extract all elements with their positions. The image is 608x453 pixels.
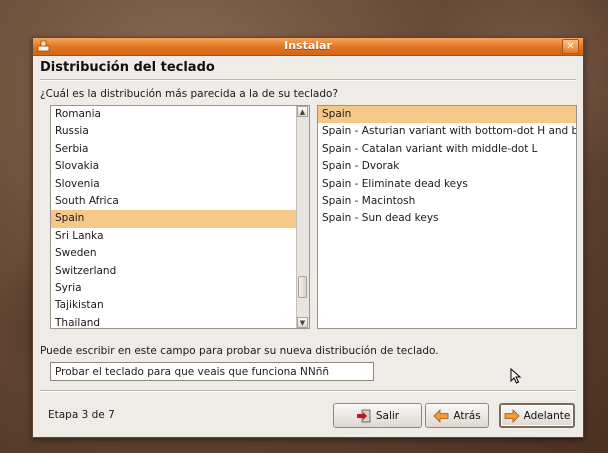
forward-label: Adelante (523, 409, 571, 422)
footer-divider (40, 390, 576, 392)
scroll-thumb[interactable] (298, 276, 307, 298)
quit-button[interactable]: Salir (333, 403, 422, 428)
variant-list-item[interactable]: Spain - Dvorak (318, 158, 576, 175)
forward-button[interactable]: Adelante (499, 403, 575, 428)
variant-list-item[interactable]: Spain (318, 106, 576, 124)
country-list-item[interactable]: Romania (51, 106, 309, 123)
variant-list[interactable]: Spain Spain - Asturian variant with botto… (317, 105, 577, 329)
close-icon: ✕ (566, 41, 575, 52)
country-list-item[interactable]: Tajikistan (51, 297, 309, 314)
country-rows: Romania Russia Serbia Slovakia Slovenia South… (51, 106, 309, 328)
test-hint: Puede escribir en este campo para probar… (40, 345, 439, 357)
country-list-item[interactable]: South Africa (51, 193, 309, 210)
country-list-item[interactable]: Russia (51, 123, 309, 140)
step-indicator: Etapa 3 de 7 (48, 409, 115, 421)
close-button[interactable]: ✕ (562, 39, 579, 54)
back-button[interactable]: Atrás (425, 403, 489, 428)
layout-question: ¿Cuál es la distribución más parecida a … (40, 88, 339, 100)
country-list-item[interactable]: Spain (51, 210, 309, 228)
country-list[interactable]: Romania Russia Serbia Slovakia Slovenia South… (50, 105, 310, 329)
country-list-item[interactable]: Slovenia (51, 176, 309, 193)
title-bar[interactable]: Instalar ✕ (33, 38, 583, 56)
country-list-item[interactable]: Slovakia (51, 158, 309, 175)
variant-list-item[interactable]: Spain - Eliminate dead keys (318, 176, 576, 193)
keyboard-test-field[interactable] (50, 362, 374, 381)
window-title: Instalar (284, 39, 332, 52)
installer-window: Instalar ✕ Distribución del teclado ¿Cuá… (32, 37, 584, 438)
country-list-item[interactable]: Sri Lanka (51, 228, 309, 245)
header-divider (40, 79, 576, 81)
country-list-item[interactable]: Serbia (51, 141, 309, 158)
country-list-scrollbar[interactable]: ▲ ▼ (296, 106, 309, 328)
variant-list-item[interactable]: Spain - Macintosh (318, 193, 576, 210)
variant-list-item[interactable]: Spain - Catalan variant with middle-dot … (318, 141, 576, 158)
mouse-pointer-icon (510, 368, 522, 384)
variant-list-item[interactable]: Spain - Asturian variant with bottom-dot… (318, 123, 576, 140)
country-list-item[interactable]: Thailand (51, 315, 309, 328)
arrow-right-icon (504, 408, 520, 423)
country-list-item[interactable]: Syria (51, 280, 309, 297)
variant-list-item[interactable]: Spain - Sun dead keys (318, 210, 576, 227)
back-label: Atrás (453, 409, 481, 422)
arrow-left-icon (433, 408, 449, 423)
variant-rows: Spain Spain - Asturian variant with botto… (318, 106, 576, 228)
country-list-item[interactable]: Switzerland (51, 263, 309, 280)
exit-icon (356, 409, 371, 422)
scroll-up-button[interactable]: ▲ (297, 106, 308, 117)
quit-label: Salir (375, 409, 400, 422)
page-title: Distribución del teclado (40, 60, 215, 75)
scroll-down-button[interactable]: ▼ (297, 317, 308, 328)
country-list-item[interactable]: Sweden (51, 245, 309, 262)
